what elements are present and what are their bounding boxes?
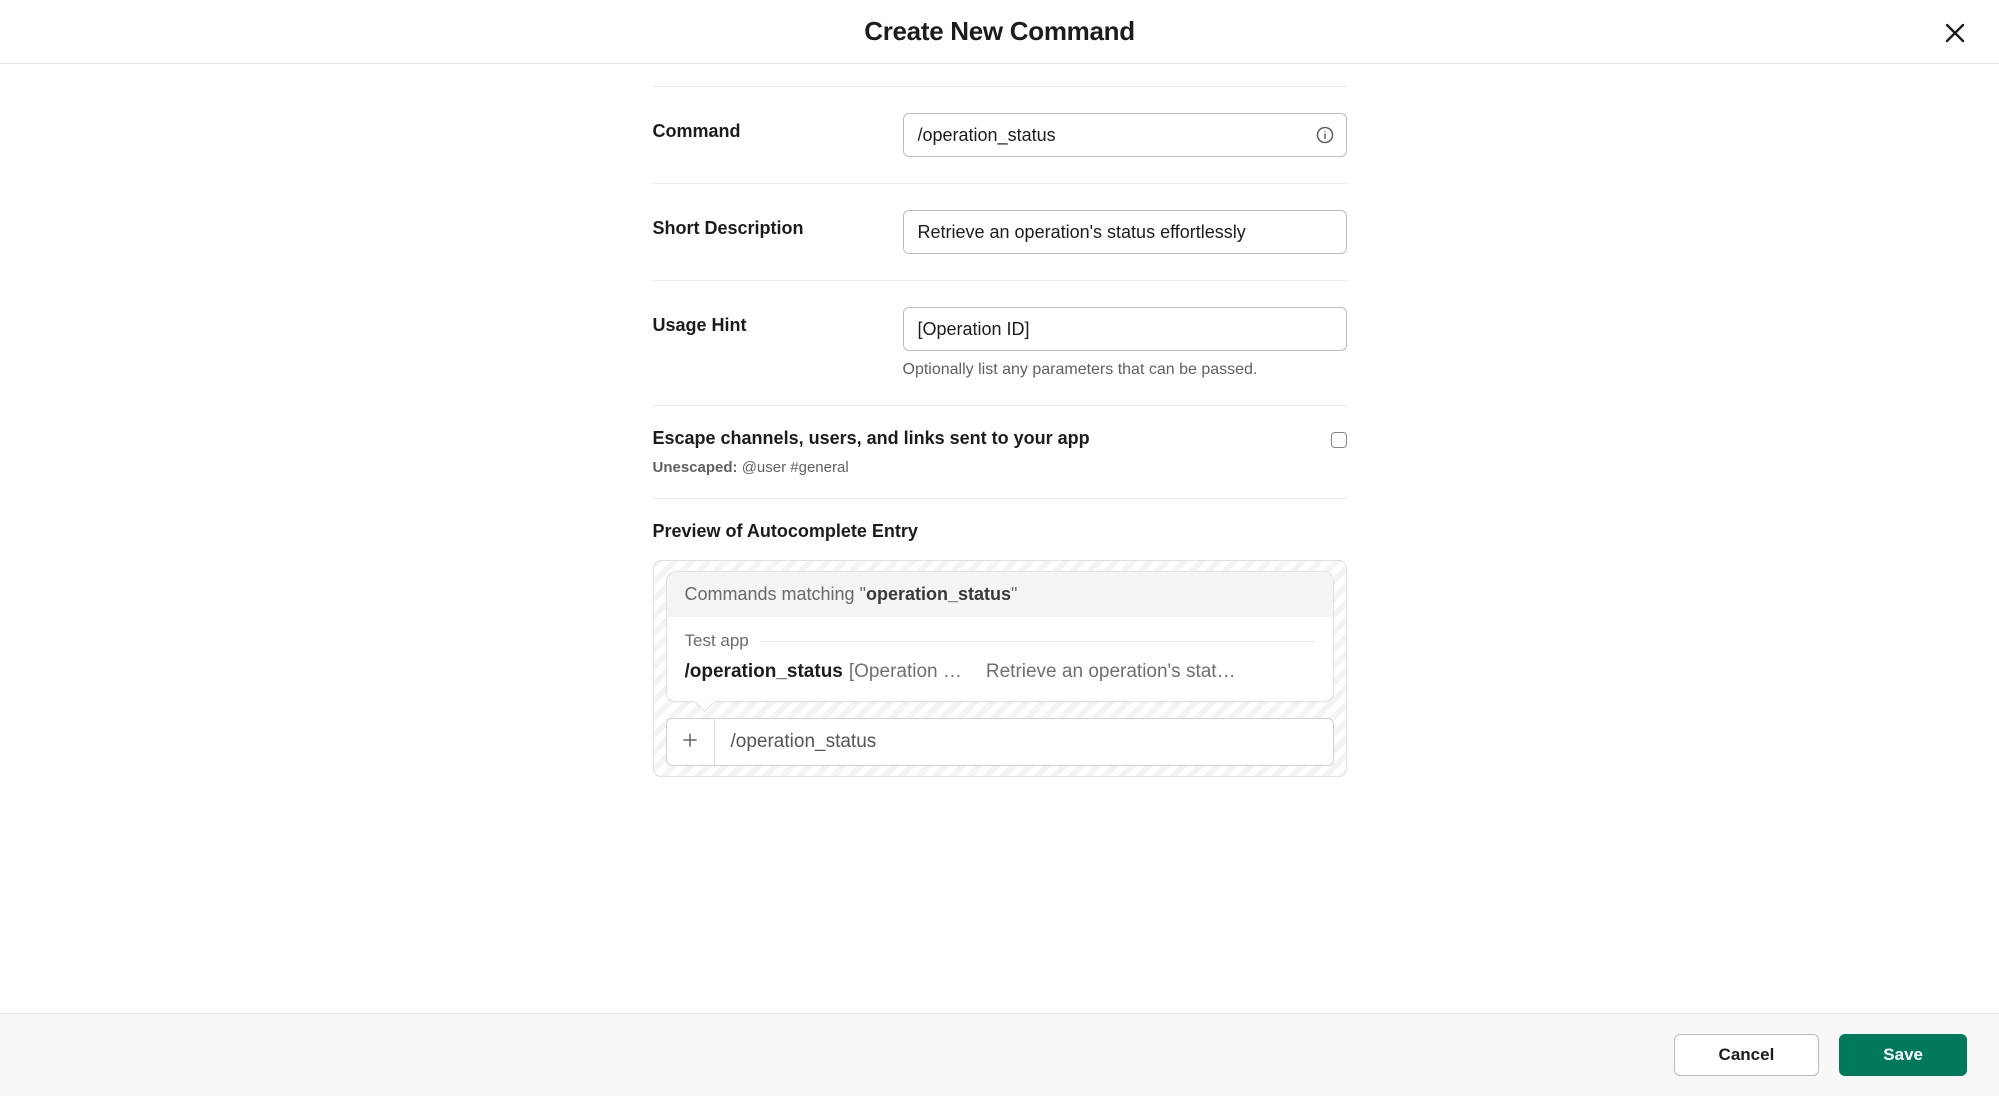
short-description-input[interactable] (903, 210, 1347, 254)
cancel-button[interactable]: Cancel (1674, 1034, 1820, 1076)
modal-title: Create New Command (24, 16, 1975, 47)
compose-input[interactable]: /operation_status (715, 719, 1333, 765)
plus-icon (681, 731, 699, 754)
command-label: Command (653, 113, 903, 142)
escape-row: Escape channels, users, and links sent t… (653, 406, 1347, 499)
autocomplete-header: Commands matching "operation_status" (667, 572, 1333, 617)
autocomplete-app-name: Test app (685, 631, 749, 651)
info-icon[interactable] (1315, 125, 1335, 145)
autocomplete-panel: Commands matching "operation_status" Tes… (666, 571, 1334, 702)
usage-hint-field: Optionally list any parameters that can … (903, 307, 1347, 379)
short-description-row: Short Description (653, 184, 1347, 281)
escape-checkbox[interactable] (1331, 432, 1347, 448)
close-button[interactable] (1939, 18, 1971, 50)
usage-hint-row: Usage Hint Optionally list any parameter… (653, 281, 1347, 406)
command-field (903, 113, 1347, 157)
autocomplete-entry: /operation_status [Operation … Retrieve … (685, 661, 1315, 683)
autocomplete-entry-command-col: /operation_status [Operation … (685, 661, 962, 683)
save-button[interactable]: Save (1839, 1034, 1967, 1076)
command-row: Command (653, 86, 1347, 184)
modal-header: Create New Command (0, 0, 1999, 64)
modal-footer: Cancel Save (0, 1013, 1999, 1096)
escape-text-group: Escape channels, users, and links sent t… (653, 428, 1110, 476)
usage-hint-input[interactable] (903, 307, 1347, 351)
preview-box: Commands matching "operation_status" Tes… (653, 560, 1347, 777)
modal-body: Command Short Description Usage (0, 64, 1999, 1013)
compose-row: /operation_status (666, 718, 1334, 766)
escape-label: Escape channels, users, and links sent t… (653, 428, 1090, 449)
short-description-label: Short Description (653, 210, 903, 239)
escape-subtext: Unescaped: @user #general (653, 459, 1090, 476)
form: Command Short Description Usage (653, 64, 1347, 1013)
autocomplete-entry-desc: Retrieve an operation's stat… (986, 661, 1315, 683)
autocomplete-entry-command: /operation_status (685, 661, 843, 683)
usage-hint-help: Optionally list any parameters that can … (903, 361, 1347, 379)
preview-section: Preview of Autocomplete Entry Commands m… (653, 499, 1347, 805)
compose-plus-button[interactable] (667, 719, 715, 765)
autocomplete-app-row: Test app (685, 631, 1315, 651)
usage-hint-label: Usage Hint (653, 307, 903, 336)
short-description-field (903, 210, 1347, 254)
compose-text: /operation_status (731, 731, 877, 753)
autocomplete-body: Test app /operation_status [Operation … … (667, 617, 1333, 701)
command-input[interactable] (903, 113, 1347, 157)
preview-title: Preview of Autocomplete Entry (653, 521, 1347, 542)
escape-sub-prefix: Unescaped: (653, 459, 738, 476)
close-icon (1943, 21, 1967, 48)
ac-matching-term: operation_status (866, 584, 1011, 604)
escape-sub-value: @user #general (742, 459, 849, 476)
autocomplete-entry-hint: [Operation … (849, 661, 962, 683)
ac-matching-prefix: Commands matching " (685, 584, 866, 604)
divider (761, 641, 1315, 642)
ac-matching-suffix: " (1011, 584, 1017, 604)
